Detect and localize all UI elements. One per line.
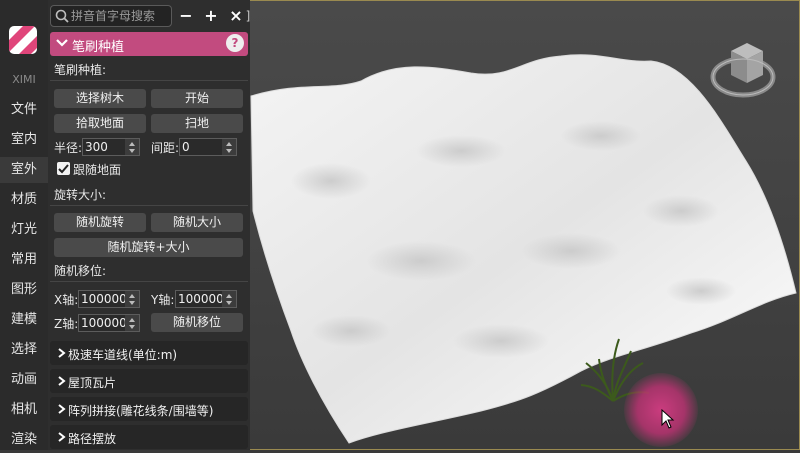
- follow-ground-checkbox[interactable]: [57, 162, 70, 175]
- nav-animation[interactable]: 动画: [0, 367, 48, 393]
- x-axis-value: 100000: [81, 292, 127, 306]
- chevron-right-icon: [58, 404, 66, 414]
- expand-all-button[interactable]: +: [201, 6, 221, 26]
- app-logo: [9, 26, 37, 54]
- panel-edge-bracket: ]: [245, 9, 251, 23]
- close-panel-button[interactable]: ×: [226, 6, 246, 26]
- pick-ground-button[interactable]: 拾取地面: [54, 114, 146, 133]
- path-placement-section[interactable]: 路径摆放: [50, 425, 248, 449]
- spacing-value: 0: [182, 140, 190, 154]
- radius-label: 半径:: [54, 141, 83, 155]
- divider: [50, 205, 248, 206]
- brush-plant-section-header[interactable]: 笔刷种植 ?: [50, 32, 248, 56]
- random-move-button[interactable]: 随机移位: [151, 313, 243, 332]
- brand-text: XIMI: [12, 73, 36, 86]
- x-axis-spinbox[interactable]: 100000: [78, 290, 140, 308]
- spin-arrows[interactable]: [125, 291, 139, 307]
- search-input[interactable]: [71, 8, 167, 24]
- sweep-button[interactable]: 扫地: [151, 114, 243, 133]
- checkmark-icon: [58, 164, 69, 174]
- nav-select[interactable]: 选择: [0, 337, 48, 363]
- spacing-spinbox[interactable]: 0: [179, 138, 237, 156]
- radius-spinbox[interactable]: 300: [82, 138, 140, 156]
- y-axis-spinbox[interactable]: 100000: [175, 290, 237, 308]
- nav-shape[interactable]: 图形: [0, 277, 48, 303]
- spin-arrows[interactable]: [222, 139, 236, 155]
- spin-arrows[interactable]: [125, 315, 139, 331]
- follow-ground-label: 跟随地面: [73, 163, 122, 177]
- random-move-label: 随机移位:: [54, 264, 107, 278]
- z-axis-spinbox[interactable]: 100000: [78, 314, 140, 332]
- chevron-down-icon: [56, 39, 68, 47]
- lane-lines-section[interactable]: 极速车道线(单位:m): [50, 341, 248, 365]
- section-title: 阵列拼接(雕花线条/围墙等): [68, 404, 214, 418]
- array-splice-section[interactable]: 阵列拼接(雕花线条/围墙等): [50, 397, 248, 421]
- nav-interior[interactable]: 室内: [0, 127, 48, 153]
- radius-value: 300: [85, 140, 108, 154]
- view-cube-icon[interactable]: [709, 37, 781, 103]
- divider: [50, 80, 248, 81]
- nav-camera[interactable]: 相机: [0, 397, 48, 423]
- nav-render[interactable]: 渲染: [0, 427, 48, 453]
- spacing-label: 间距:: [151, 141, 180, 155]
- x-axis-label: X轴:: [54, 293, 79, 307]
- spin-arrows[interactable]: [222, 291, 236, 307]
- chevron-right-icon: [58, 432, 66, 442]
- random-rotate-size-button[interactable]: 随机旋转+大小: [54, 238, 243, 257]
- brush-plant-label: 笔刷种植:: [54, 63, 107, 77]
- spin-arrows[interactable]: [125, 139, 139, 155]
- main-nav-rail: XIMI 文件 室内 室外 材质 灯光 常用 图形 建模 选择 动画 相机 渲染: [0, 0, 48, 450]
- z-axis-label: Z轴:: [54, 317, 79, 331]
- rotate-size-label: 旋转大小:: [54, 188, 107, 202]
- z-axis-value: 100000: [81, 316, 127, 330]
- divider: [50, 281, 248, 282]
- section-title: 路径摆放: [68, 432, 117, 446]
- section-title: 屋顶瓦片: [68, 376, 117, 390]
- section-title: 极速车道线(单位:m): [68, 348, 178, 362]
- y-axis-label: Y轴:: [151, 293, 175, 307]
- roof-tiles-section[interactable]: 屋顶瓦片: [50, 369, 248, 393]
- help-icon[interactable]: ?: [226, 34, 244, 52]
- section-title: 笔刷种植: [72, 40, 125, 55]
- search-icon: [55, 9, 69, 23]
- start-button[interactable]: 开始: [151, 89, 243, 108]
- y-axis-value: 100000: [178, 292, 224, 306]
- nav-common[interactable]: 常用: [0, 247, 48, 273]
- collapse-all-button[interactable]: −: [176, 6, 196, 26]
- nav-light[interactable]: 灯光: [0, 217, 48, 243]
- chevron-right-icon: [58, 376, 66, 386]
- random-rotate-button[interactable]: 随机旋转: [54, 213, 146, 232]
- select-tree-button[interactable]: 选择树木: [54, 89, 146, 108]
- nav-file[interactable]: 文件: [0, 97, 48, 123]
- search-box[interactable]: [50, 5, 172, 27]
- nav-modeling[interactable]: 建模: [0, 307, 48, 333]
- nav-exterior[interactable]: 室外: [0, 157, 48, 183]
- random-size-button[interactable]: 随机大小: [151, 213, 243, 232]
- mouse-pointer-icon: [661, 409, 675, 429]
- chevron-right-icon: [58, 348, 66, 358]
- nav-material[interactable]: 材质: [0, 187, 48, 213]
